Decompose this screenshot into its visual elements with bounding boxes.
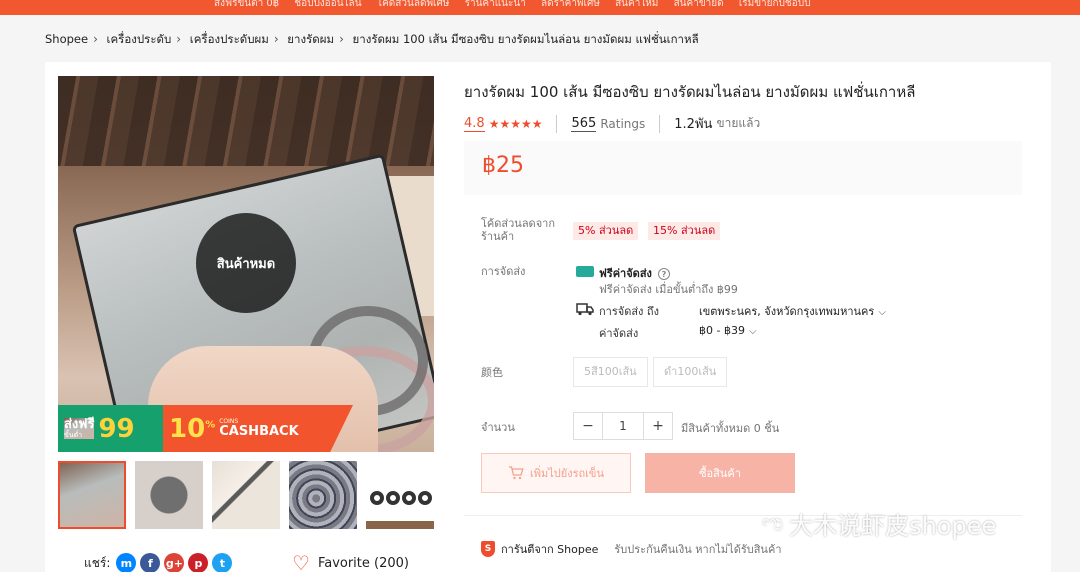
truck-icon [576, 303, 594, 316]
chevron-down-icon: ⌵ [748, 326, 757, 337]
top-link[interactable]: สินค้าขายดี [674, 0, 724, 9]
quantity-decrease-button[interactable]: − [574, 413, 602, 439]
chevron-right-icon: › [93, 32, 98, 46]
thumbnail-2[interactable] [135, 461, 203, 529]
top-link[interactable]: เริ่มขายกับช้อปปี้ [739, 0, 811, 9]
stock-note: มีสินค้าทั้งหมด 0 ชิ้น [681, 422, 780, 435]
thumbnail-3[interactable] [212, 461, 280, 529]
product-meta: 4.8 ★★★★★ 565 Ratings 1.2พัน ขายแล้ว [464, 113, 760, 134]
guarantee-desc: รับประกันคืนเงิน หากไม่ได้รับสินค้า [614, 543, 782, 556]
wechat-icon: ಌ [762, 511, 784, 536]
facebook-icon[interactable]: f [140, 553, 161, 572]
star-rating-icon: ★★★★★ [488, 116, 543, 131]
promo-banner: ส่งฟรี ขั้นต่ำ 99 10% COINS CASHBACK [58, 405, 434, 452]
rating-value[interactable]: 4.8 [464, 116, 485, 132]
top-link[interactable]: ลดราคาพิเศษ [541, 0, 600, 9]
free-shipping-note: ฟรีค่าจัดส่ง เมื่อขั้นต่ำถึง ฿99 [599, 283, 738, 296]
quantity-input[interactable]: 1 [602, 413, 644, 439]
ship-fee-selector[interactable]: ฿0 - ฿39 ⌵ [699, 324, 757, 337]
google-plus-icon[interactable]: g+ [164, 553, 185, 572]
sold-label: ขายแล้ว [716, 116, 761, 130]
sold-out-badge: สินค้าหมด [196, 213, 296, 313]
top-link[interactable]: ช้อปปิ้งออนไลน์ [294, 0, 361, 9]
thumbnail-strip [58, 461, 436, 529]
chevron-down-icon: ⌵ [878, 307, 886, 318]
share-row: แชร์: m f g+ p t [84, 553, 233, 572]
thumbnail-1[interactable] [58, 461, 126, 529]
shield-icon: S [481, 541, 495, 557]
top-navbar: ส่งฟรีขั้นต่ำ 0฿ ช้อปปิ้งออนไลน์ โค้ดส่ว… [0, 0, 1080, 15]
top-link[interactable]: ร้านค้าแนะนำ [465, 0, 526, 9]
favorite-button[interactable]: ♡ Favorite (200) [292, 553, 409, 572]
ship-fee-label: ค่าจัดส่ง [599, 327, 639, 340]
free-shipping-badge: ส่งฟรี ขั้นต่ำ 99 [58, 405, 163, 452]
chevron-right-icon: › [176, 32, 182, 46]
guarantee-title: การันตีจาก Shopee [501, 543, 599, 556]
ship-to-selector[interactable]: เขตพระนคร, จังหวัดกรุงเทพมหานคร ⌵ [699, 302, 886, 320]
free-shipping-truck-icon [576, 266, 594, 277]
add-to-cart-button[interactable]: เพิ่มไปยังรถเข็น [481, 453, 631, 493]
help-icon[interactable]: ? [657, 268, 670, 280]
voucher-tag[interactable]: 15% ส่วนลด [648, 222, 721, 240]
chevron-right-icon: › [273, 32, 279, 46]
messenger-icon[interactable]: m [116, 553, 137, 572]
favorite-label: Favorite (200) [317, 555, 409, 571]
top-navbar-links: ส่งฟรีขั้นต่ำ 0฿ ช้อปปิ้งออนไลน์ โค้ดส่ว… [214, 0, 822, 11]
voucher-label: โค้ดส่วนลดจากร้านค้า [481, 217, 555, 244]
thumbnail-4[interactable] [289, 461, 357, 529]
product-price: ฿25 [482, 153, 524, 178]
quantity-stepper: − 1 + [573, 412, 673, 440]
ship-to-label: การจัดส่ง ถึง [599, 305, 659, 318]
cart-icon [509, 466, 524, 480]
quantity-label: จำนวน [481, 421, 515, 434]
buy-now-button[interactable]: ซื้อสินค้า [645, 453, 795, 493]
watermark: ಌ 大木说虾皮shopee [762, 511, 997, 540]
top-link[interactable]: ส่งฟรีขั้นต่ำ 0฿ [214, 0, 279, 9]
thumbnail-5[interactable] [366, 461, 434, 529]
price-box: ฿25 [464, 141, 1022, 195]
breadcrumb: Shopee › เครื่องประดับ › เครื่องประดับผม › … [45, 31, 699, 49]
pinterest-icon[interactable]: p [188, 553, 209, 572]
share-label: แชร์: [84, 555, 111, 570]
shopee-guarantee[interactable]: S การันตีจาก Shopee รับประกันคืนเงิน หาก… [481, 540, 782, 558]
ratings-count[interactable]: 565 [571, 116, 597, 132]
voucher-tag[interactable]: 5% ส่วนลด [573, 222, 639, 240]
quantity-increase-button[interactable]: + [644, 413, 672, 439]
top-link[interactable]: โค้ดส่วนลดพิเศษ [377, 0, 450, 9]
variant-label: 颜色 [481, 366, 503, 379]
breadcrumb-link-category[interactable]: เครื่องประดับ [107, 32, 172, 46]
top-link[interactable]: สินค้าใหม่ [615, 0, 658, 9]
cashback-badge: 10% COINS CASHBACK [163, 405, 353, 452]
product-title: ยางรัดผม 100 เส้น มีซองซิบ ยางรัดผมไนล่อ… [464, 83, 916, 101]
heart-icon: ♡ [292, 551, 310, 572]
sold-count: 1.2พัน [674, 117, 713, 132]
variant-option[interactable]: ดำ100เส้น [653, 357, 728, 387]
variant-option[interactable]: 5สี100เส้น [573, 357, 648, 387]
breadcrumb-link-home[interactable]: Shopee [45, 32, 88, 46]
ratings-label: Ratings [600, 116, 646, 131]
twitter-icon[interactable]: t [212, 553, 233, 572]
breadcrumb-link-type[interactable]: ยางรัดผม [287, 32, 334, 46]
chevron-right-icon: › [339, 32, 344, 46]
shipping-label: การจัดส่ง [481, 265, 526, 278]
breadcrumb-current: ยางรัดผม 100 เส้น มีซองซิบ ยางรัดผมไนล่อ… [352, 32, 699, 46]
breadcrumb-link-subcategory[interactable]: เครื่องประดับผม [190, 32, 269, 46]
